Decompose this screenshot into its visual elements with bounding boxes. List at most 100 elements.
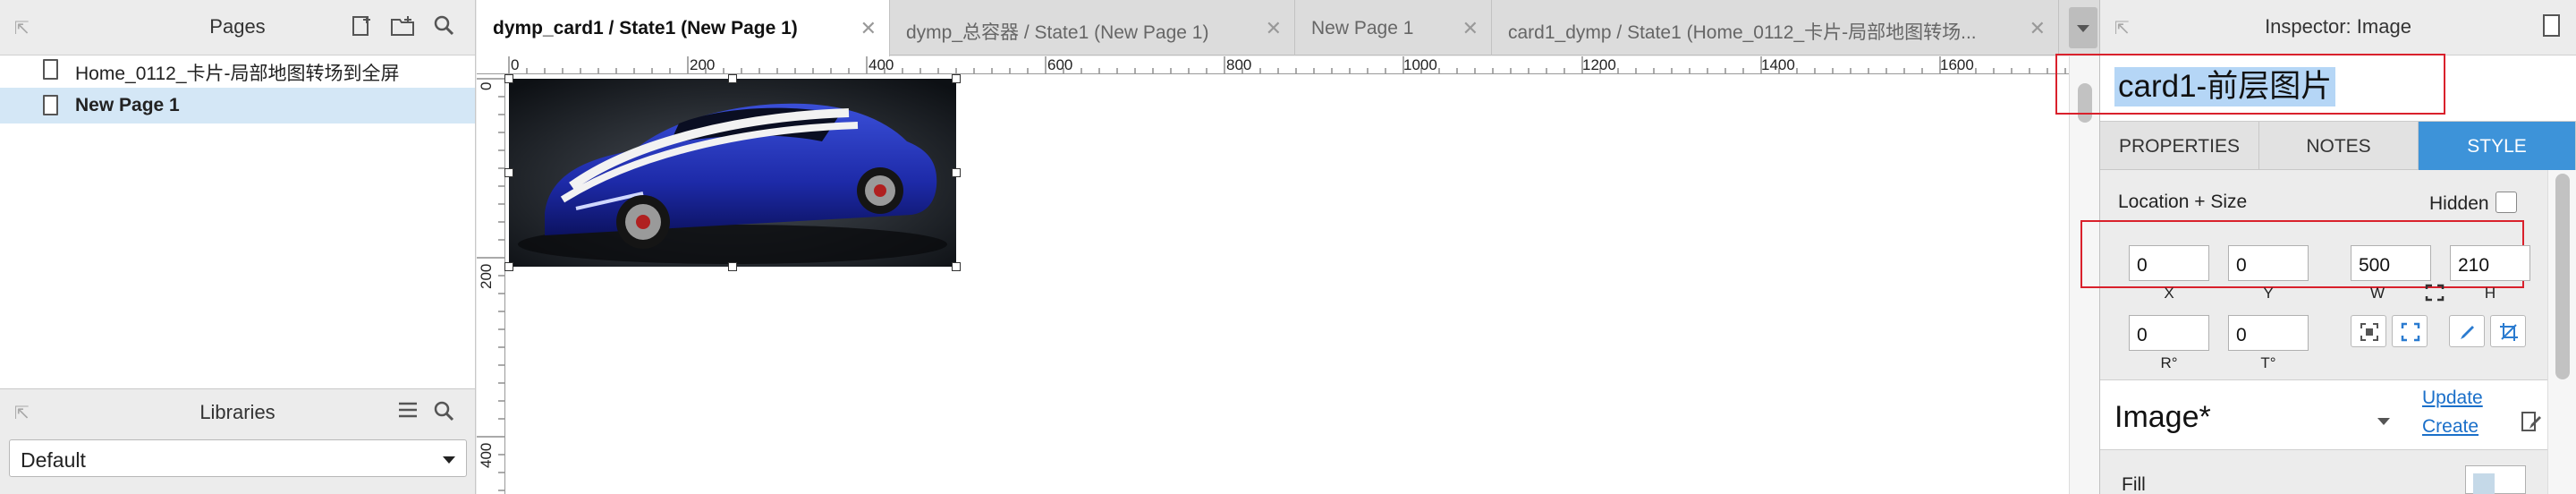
- selected-image-widget[interactable]: [509, 79, 956, 267]
- horizontal-ruler: 0 200 400 600 800 1000 1200 1400 1600: [477, 56, 2069, 74]
- resize-handle[interactable]: [952, 168, 961, 177]
- tab-style[interactable]: STYLE: [2419, 122, 2576, 170]
- ruler-label: 0: [511, 56, 520, 73]
- car-image: [509, 79, 956, 267]
- edit-image-button[interactable]: [2449, 315, 2485, 347]
- ruler-label: 400: [869, 56, 894, 73]
- close-icon[interactable]: ✕: [2029, 17, 2046, 40]
- ruler-label: 400: [478, 442, 495, 468]
- pen-icon: [2461, 326, 2474, 339]
- y-value: 0: [2236, 255, 2247, 276]
- page-item-home[interactable]: Home_0112_卡片-局部地图转场到全屏: [0, 52, 475, 88]
- inspector-scrollbar[interactable]: [2547, 170, 2576, 494]
- image-style-section: Image* Update Create: [2100, 380, 2547, 450]
- tab-dymp-card1[interactable]: dymp_card1 / State1 (New Page 1) ✕: [477, 0, 890, 56]
- resize-handle[interactable]: [952, 262, 961, 271]
- close-icon[interactable]: ✕: [1462, 17, 1479, 40]
- tab-notes[interactable]: NOTES: [2259, 122, 2419, 170]
- fill-color-swatch: [2473, 473, 2495, 494]
- width-field[interactable]: 500: [2351, 245, 2431, 281]
- library-select[interactable]: Default: [9, 439, 467, 477]
- resize-handle[interactable]: [504, 74, 513, 83]
- ruler-label: 200: [690, 56, 716, 73]
- page-item-new-page-1[interactable]: New Page 1: [0, 88, 475, 124]
- fit-content-icon: [2360, 323, 2378, 341]
- location-size-label: Location + Size: [2118, 192, 2248, 212]
- ruler-label: 200: [478, 263, 495, 289]
- page-item-label: Home_0112_卡片-局部地图转场到全屏: [75, 64, 400, 84]
- ruler-label: 1000: [1403, 56, 1437, 73]
- tab-new-page-1[interactable]: New Page 1 ✕: [1295, 0, 1492, 55]
- expand-icon: [2401, 322, 2420, 342]
- search-icon[interactable]: [433, 14, 454, 42]
- scrollbar-thumb[interactable]: [2555, 174, 2570, 379]
- create-link[interactable]: Create: [2422, 416, 2479, 438]
- add-page-icon[interactable]: [351, 14, 374, 44]
- style-edit-icon[interactable]: [2521, 411, 2542, 439]
- pages-panel: ⇱ Pages Home_0112_卡片-局部地图转场到全屏 New Page …: [0, 0, 476, 388]
- libraries-panel-header: ⇱ Libraries: [0, 389, 475, 441]
- y-field[interactable]: 0: [2228, 245, 2309, 281]
- pages-panel-header: ⇱ Pages: [0, 0, 475, 55]
- hidden-checkbox[interactable]: [2496, 192, 2517, 213]
- x-field[interactable]: 0: [2129, 245, 2209, 281]
- page-icon: [43, 59, 58, 80]
- inspector-tabs: PROPERTIES NOTES STYLE: [2100, 122, 2576, 170]
- close-icon[interactable]: ✕: [1266, 17, 1282, 40]
- search-icon[interactable]: [433, 400, 454, 428]
- document-tab-bar: dymp_card1 / State1 (New Page 1) ✕ dymp_…: [477, 0, 2099, 56]
- chevron-down-icon: [2077, 25, 2089, 32]
- close-icon[interactable]: ✕: [860, 17, 877, 40]
- tab-properties[interactable]: PROPERTIES: [2100, 122, 2259, 170]
- rotation-field[interactable]: 0: [2129, 315, 2209, 351]
- t-label: T°: [2260, 354, 2276, 371]
- design-canvas[interactable]: 0 200 400 600 800 1000 1200 1400 1600 0 …: [477, 56, 2069, 494]
- crop-image-button[interactable]: [2490, 315, 2526, 347]
- vertical-ruler: 0 200 400: [477, 74, 505, 494]
- ruler-label: 1200: [1582, 56, 1616, 73]
- x-value: 0: [2137, 255, 2148, 276]
- original-size-button[interactable]: [2392, 315, 2428, 347]
- menu-icon[interactable]: [397, 400, 419, 426]
- tab-label: PROPERTIES: [2119, 136, 2240, 157]
- resize-handle[interactable]: [504, 168, 513, 177]
- tab-card1-dymp[interactable]: card1_dymp / State1 (Home_0112_卡片-局部地图转场…: [1492, 0, 2059, 55]
- image-type-label: Image*: [2114, 400, 2211, 434]
- text-rotation-value: 0: [2236, 325, 2247, 345]
- annotation-highlight: [2055, 54, 2445, 115]
- page-icon[interactable]: [2543, 14, 2560, 37]
- crop-icon: [2500, 323, 2518, 341]
- w-label: W: [2369, 285, 2385, 302]
- ruler-ticks: [508, 56, 2066, 73]
- x-label: X: [2164, 285, 2174, 302]
- update-link[interactable]: Update: [2422, 388, 2483, 409]
- fill-label: Fill: [2122, 474, 2146, 494]
- page-icon: [43, 95, 58, 115]
- resize-handle[interactable]: [728, 262, 737, 271]
- text-rotation-field[interactable]: 0: [2228, 315, 2309, 351]
- rotation-value: 0: [2137, 325, 2148, 345]
- height-field[interactable]: 210: [2450, 245, 2530, 281]
- height-value: 210: [2458, 255, 2490, 276]
- r-label: R°: [2160, 354, 2178, 371]
- resize-handle[interactable]: [728, 74, 737, 83]
- fill-color-picker[interactable]: [2465, 465, 2526, 494]
- inspector-title: Inspector: Image: [2265, 15, 2411, 38]
- hidden-label: Hidden: [2429, 193, 2489, 214]
- lock-aspect-icon[interactable]: [2425, 284, 2445, 306]
- page-item-label: New Page 1: [75, 95, 180, 115]
- tab-label: NOTES: [2306, 136, 2371, 157]
- ruler-label: 1600: [1940, 56, 1974, 73]
- fit-content-button[interactable]: [2351, 315, 2386, 347]
- add-folder-icon[interactable]: [390, 14, 415, 44]
- tab-label: dymp_card1 / State1 (New Page 1): [493, 18, 798, 38]
- chevron-down-icon[interactable]: [2377, 418, 2390, 425]
- tab-overflow-menu-button[interactable]: [2069, 7, 2097, 48]
- tab-dymp-container[interactable]: dymp_总容器 / State1 (New Page 1) ✕: [890, 0, 1295, 55]
- resize-handle[interactable]: [952, 74, 961, 83]
- chevron-down-icon: [443, 456, 455, 464]
- resize-handle[interactable]: [504, 262, 513, 271]
- tab-label: STYLE: [2467, 136, 2527, 157]
- y-label: Y: [2263, 285, 2274, 302]
- tab-label: card1_dymp / State1 (Home_0112_卡片-局部地图转场…: [1508, 22, 1977, 43]
